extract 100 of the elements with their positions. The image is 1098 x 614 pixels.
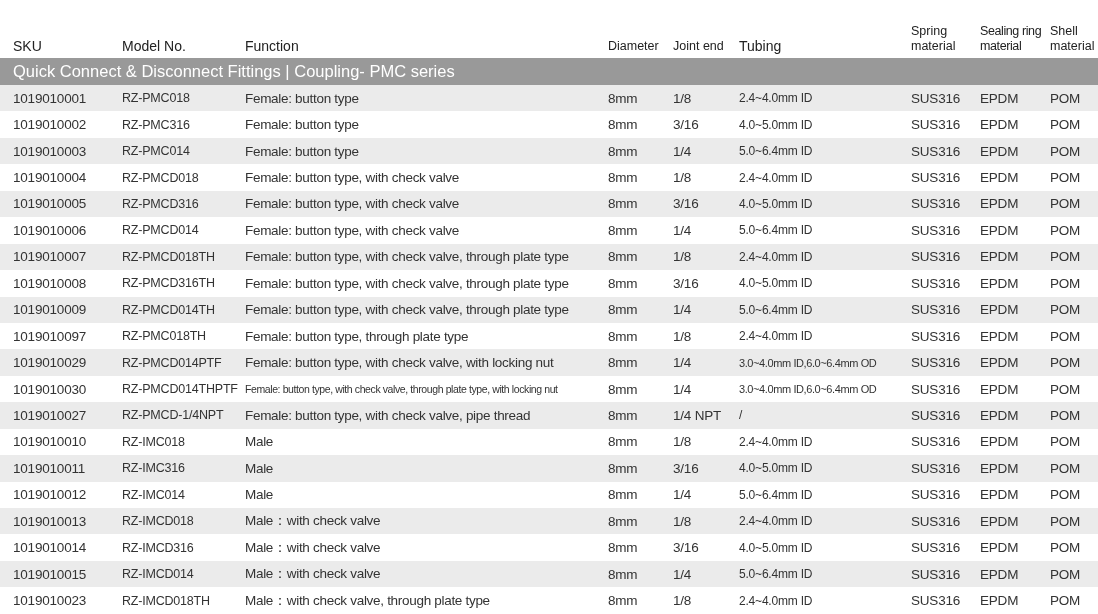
table-cell-text: 1019010014 [13,540,88,556]
table-cell-text: EPDM [980,249,1020,265]
table-cell-text: SUS316 [911,460,962,476]
column-header: Shell material [1050,24,1096,54]
table-cell-text: POM [1050,540,1082,556]
table-cell-text: 8mm [608,355,639,371]
table-cell-text: 1/4 [673,487,693,503]
table-cell-text: 1019010029 [13,355,88,371]
table-cell-text: Male [245,487,275,503]
table-cell-text: 3.0~4.0mm ID,6.0~6.4mm OD [739,356,878,369]
table-cell-text: 8mm [608,90,639,106]
table-cell-text: Female: button type, with check valve, through plate type [245,275,570,291]
table-cell-text: EPDM [980,540,1020,556]
table-cell-text: 1/8 [673,513,693,529]
column-header: Joint end [673,38,725,54]
table-cell-text: 1019010004 [13,170,88,186]
table-cell-text: 1019010005 [13,196,88,212]
table-cell-text: RZ-PMCD316TH [122,276,216,291]
table-cell-text: Male：with check valve [245,565,382,584]
table-cell-text: Female: button type, with check valve, through plate type [245,249,570,265]
table-cell-text: SUS316 [911,355,962,371]
table-cell-text: 8mm [608,302,639,318]
table-cell-text: SUS316 [911,434,962,450]
table-cell-text: EPDM [980,90,1020,106]
column-header: Tubing [739,38,783,54]
table-cell-text: RZ-IMCD316 [122,540,195,555]
table-cell-text: POM [1050,460,1082,476]
table-cell-text: 1019010097 [13,328,88,344]
table-cell-text: 1019010010 [13,434,88,450]
column-header: Model No. [122,38,187,54]
table-cell-text: 8mm [608,566,639,582]
table-cell-text: RZ-PMCD014 [122,223,200,238]
table-cell-text: EPDM [980,434,1020,450]
table-cell-text: POM [1050,487,1082,503]
table-cell-text: 5.0~6.4mm ID [739,223,814,238]
table-cell-text: RZ-PMCD014THPTF [122,382,239,397]
table-cell-text: SUS316 [911,381,962,397]
table-cell-text: SUS316 [911,566,962,582]
table-cell-text: SUS316 [911,249,962,265]
table-cell-text: Male：with check valve [245,538,382,557]
table-cell-text: 8mm [608,117,639,133]
table-cell-text: 2.4~4.0mm ID [739,249,814,264]
table-cell-text: SUS316 [911,487,962,503]
table-cell-text: EPDM [980,407,1020,423]
table-cell-text: 5.0~6.4mm ID [739,487,814,502]
table-cell-text: 4.0~5.0mm ID [739,196,814,211]
table-cell-text: Female: button type, through plate type [245,328,470,344]
table-cell-text: POM [1050,593,1082,609]
table-cell-text: 1019010003 [13,143,88,159]
table-cell-text: 1019010027 [13,407,88,423]
table-cell-text: Female: button type, with check valve [245,170,460,186]
table-cell-text: RZ-IMCD018TH [122,593,211,608]
table-cell-text: Male：with check valve, through plate type [245,591,491,610]
table-cell-text: RZ-IMCD014 [122,567,195,582]
table-cell-text: 1/4 [673,222,693,238]
table-cell-text: 1019010001 [13,90,88,106]
table-cell-text: SUS316 [911,540,962,556]
table-cell-text: 8mm [608,540,639,556]
table-cell-text: 8mm [608,407,639,423]
table-cell-text: SUS316 [911,513,962,529]
table-cell-text: SUS316 [911,143,962,159]
table-cell-text: 1/4 [673,355,693,371]
table-cell-text: 1019010013 [13,513,88,529]
table-cell-text: 1/8 [673,249,693,265]
table-cell-text: Female: button type, with check valve, with locking nut [245,355,555,371]
table-cell-text: 4.0~5.0mm ID [739,540,814,555]
table-cell-text: 1/4 [673,381,693,397]
table-cell-text: EPDM [980,196,1020,212]
table-cell-text: EPDM [980,381,1020,397]
column-header: Spring material [911,24,957,54]
table-cell-text: EPDM [980,170,1020,186]
table-cell-text: SUS316 [911,170,962,186]
table-cell-text: SUS316 [911,275,962,291]
table-cell-text: EPDM [980,460,1020,476]
table-cell-text: RZ-IMC014 [122,487,186,502]
table-cell-text: 4.0~5.0mm ID [739,117,814,132]
table-cell-text: SUS316 [911,222,962,238]
table-cell-text: 1019010008 [13,275,88,291]
table-cell-text: POM [1050,302,1082,318]
table-cell-text: POM [1050,407,1082,423]
table-cell-text: EPDM [980,302,1020,318]
table-cell-text: RZ-PMCD014PTF [122,355,223,370]
table-cell-text: / [739,408,744,423]
table-cell-text: SUS316 [911,117,962,133]
table-cell-text: EPDM [980,487,1020,503]
table-cell-text: EPDM [980,143,1020,159]
table-cell-text: 8mm [608,275,639,291]
table-cell-text: 1/4 [673,143,693,159]
table-cell-text: EPDM [980,275,1020,291]
table-cell-text: 8mm [608,222,639,238]
table-cell-text: RZ-PMCD018 [122,170,200,185]
column-header: Diameter [608,38,660,54]
table-cell-text: 1/4 [673,302,693,318]
table-cell-text: 8mm [608,143,639,159]
table-cell-text: POM [1050,513,1082,529]
table-cell-text: 3/16 [673,117,700,133]
table-cell-text: POM [1050,328,1082,344]
table-cell-text: 4.0~5.0mm ID [739,461,814,476]
table-cell-text: RZ-PMCD014TH [122,302,216,317]
table-cell-text: 1/8 [673,328,693,344]
